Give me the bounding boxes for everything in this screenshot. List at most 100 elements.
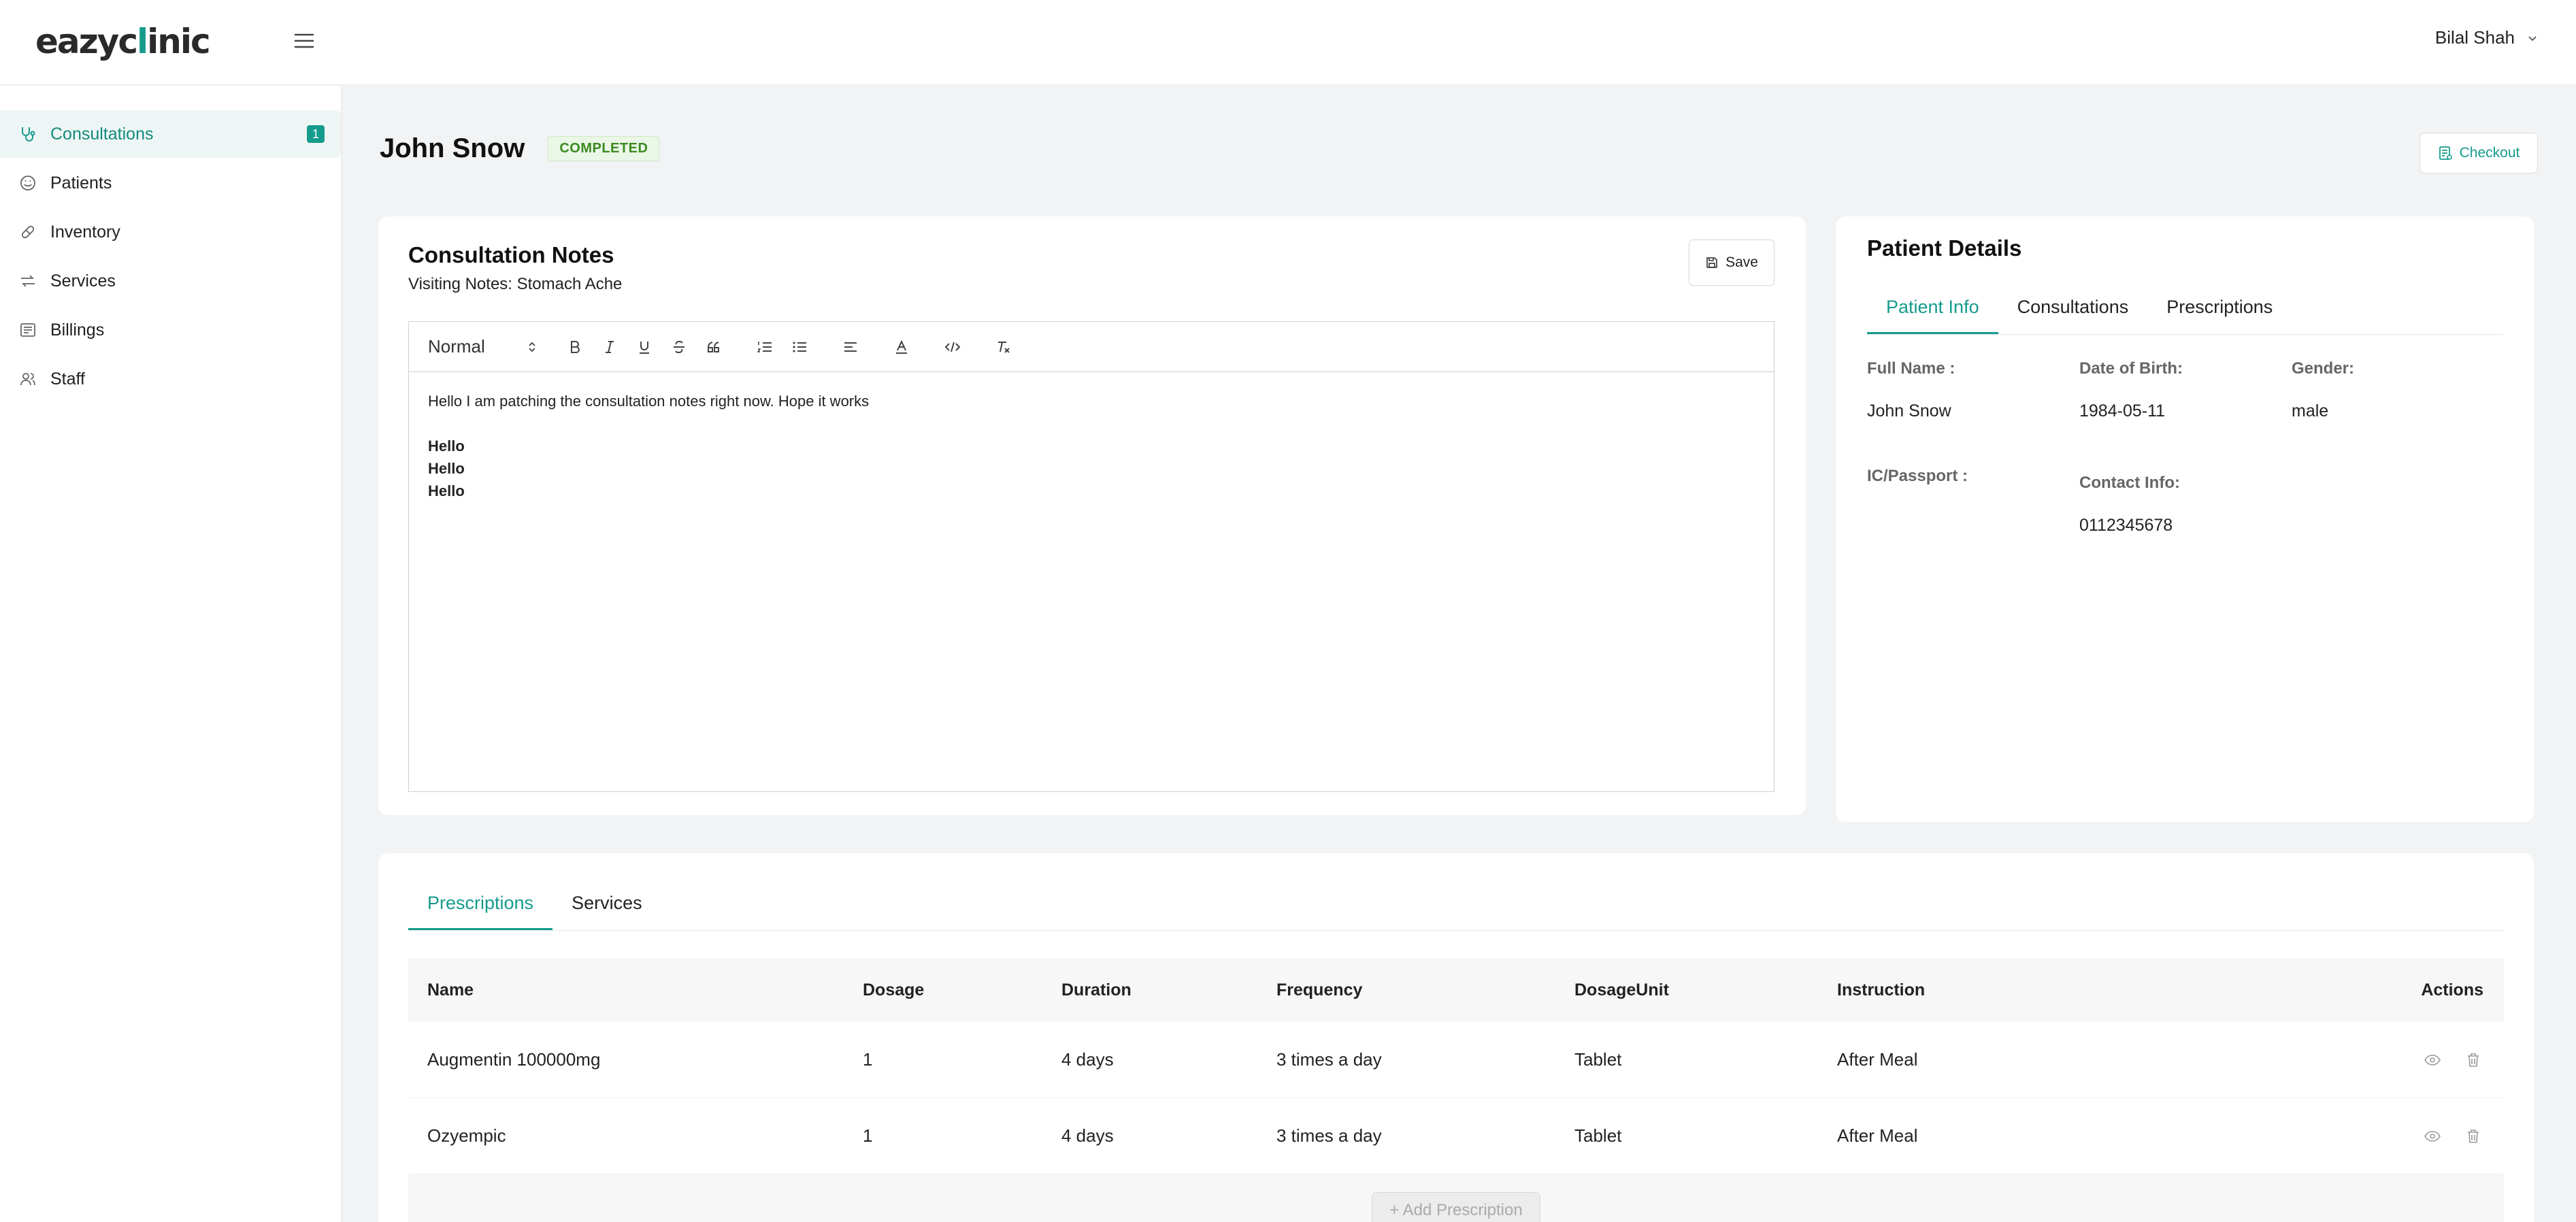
actions-header: Actions (2421, 980, 2483, 1000)
cell-frequency: 3 times a day (1276, 1049, 1382, 1070)
editor-bold-line: Hello (428, 437, 465, 455)
table-row: Augmentin 100000mg 1 4 days 3 times a da… (408, 1022, 2504, 1098)
cell-instruction: After Meal (1837, 1125, 1918, 1146)
full-name-label: Full Name : (1867, 359, 1955, 378)
column-header: Name (427, 980, 474, 1000)
page-title: John Snow (380, 133, 525, 163)
logo-text-mark: l (136, 22, 148, 61)
sidebar: Consultations 1 Patients Inventory Servi… (0, 86, 342, 1222)
sidebar-item-consultations[interactable]: Consultations 1 (0, 110, 341, 158)
sidebar-item-services[interactable]: Services (0, 257, 341, 305)
status-badge: COMPLETED (548, 136, 660, 161)
cell-dosage-unit: Tablet (1574, 1125, 1622, 1146)
menu-toggle-icon[interactable] (293, 29, 316, 52)
bottom-tabs: Prescriptions Services (408, 876, 2504, 931)
page-header: John Snow COMPLETED (380, 133, 660, 164)
add-prescription-area: + Add Prescription (408, 1174, 2504, 1222)
tab-patient-info[interactable]: Patient Info (1867, 280, 1998, 334)
table-row: Ozyempic 1 4 days 3 times a day Tablet A… (408, 1098, 2504, 1174)
tab-services[interactable]: Services (552, 876, 661, 929)
tab-consultations[interactable]: Consultations (1998, 280, 2148, 333)
cell-duration: 4 days (1061, 1125, 1114, 1146)
notes-title: Consultation Notes (408, 242, 614, 267)
tab-prescriptions-list[interactable]: Prescriptions (408, 876, 553, 930)
sort-arrows-icon (527, 340, 537, 354)
column-header: DosageUnit (1574, 980, 1669, 1000)
column-header: Instruction (1837, 980, 1926, 1000)
users-icon (18, 369, 38, 389)
eye-icon[interactable] (2422, 1126, 2443, 1146)
patient-details-title: Patient Details (1867, 235, 2022, 261)
rich-text-editor: Normal Hello I am patching the consultat… (408, 321, 1774, 792)
code-icon[interactable] (939, 333, 966, 361)
strikethrough-icon[interactable] (665, 333, 693, 361)
full-name-value: John Snow (1867, 401, 1951, 420)
checkout-label: Checkout (2459, 145, 2520, 161)
cell-dosage-unit: Tablet (1574, 1049, 1622, 1070)
column-header: Dosage (863, 980, 925, 1000)
bold-icon[interactable] (561, 333, 589, 361)
receipt-icon (2438, 146, 2453, 161)
visiting-notes: Visiting Notes: Stomach Ache (408, 275, 623, 293)
app-logo[interactable]: eazyc l inic (35, 18, 211, 65)
bullet-list-icon[interactable] (786, 333, 813, 361)
italic-icon[interactable] (596, 333, 623, 361)
ic-passport-label: IC/Passport : (1867, 467, 1968, 485)
prescriptions-table: Name Dosage Duration Frequency DosageUni… (408, 958, 2504, 1222)
sidebar-item-label: Patients (50, 173, 112, 193)
quote-icon[interactable] (700, 333, 727, 361)
align-icon[interactable] (837, 333, 864, 361)
editor-text-line: Hello I am patching the consultation not… (428, 393, 870, 410)
underline-icon[interactable] (631, 333, 658, 361)
cell-name: Augmentin 100000mg (427, 1049, 601, 1070)
text-color-icon[interactable] (888, 333, 915, 361)
sidebar-item-staff[interactable]: Staff (0, 355, 341, 403)
contact-info-value: 0112345678 (2079, 516, 2173, 535)
trash-icon[interactable] (2463, 1126, 2483, 1146)
editor-toolbar: Normal (409, 322, 1774, 372)
stethoscope-icon (18, 124, 38, 144)
eye-icon[interactable] (2422, 1050, 2443, 1070)
clear-format-icon[interactable] (990, 333, 1017, 361)
cell-instruction: After Meal (1837, 1049, 1918, 1070)
sidebar-item-patients[interactable]: Patients (0, 159, 341, 207)
logo-text-start: eazyc (35, 22, 138, 61)
row-actions (2381, 1126, 2504, 1146)
cell-dosage: 1 (863, 1049, 873, 1070)
format-select[interactable]: Normal (428, 336, 544, 357)
user-menu[interactable]: Bilal Shah (2435, 27, 2538, 48)
user-name: Bilal Shah (2434, 27, 2515, 48)
dob-label: Date of Birth: (2079, 359, 2183, 378)
save-button[interactable]: Save (1689, 240, 1774, 286)
transfer-icon (18, 271, 38, 291)
pill-icon (18, 222, 38, 242)
sidebar-item-label: Consultations (50, 124, 154, 144)
editor-content[interactable]: Hello I am patching the consultation not… (409, 372, 1774, 520)
add-prescription-button[interactable]: + Add Prescription (1372, 1192, 1540, 1222)
gender-label: Gender: (2292, 359, 2355, 378)
smile-icon (18, 173, 38, 193)
dob-value: 1984-05-11 (2079, 401, 2166, 420)
tab-prescriptions[interactable]: Prescriptions (2147, 280, 2292, 333)
column-header: Frequency (1276, 980, 1363, 1000)
checkout-button[interactable]: Checkout (2420, 133, 2538, 174)
save-label: Save (1725, 254, 1758, 270)
sidebar-item-billings[interactable]: Billings (0, 306, 341, 354)
sidebar-item-inventory[interactable]: Inventory (0, 208, 341, 256)
editor-bold-line: Hello (428, 460, 465, 477)
column-header: Duration (1061, 980, 1132, 1000)
trash-icon[interactable] (2463, 1050, 2483, 1070)
ordered-list-icon[interactable] (751, 333, 778, 361)
sidebar-item-label: Services (50, 271, 116, 291)
cell-frequency: 3 times a day (1276, 1125, 1382, 1146)
patient-tabs: Patient Info Consultations Prescriptions (1867, 280, 2503, 335)
sidebar-item-label: Inventory (50, 222, 120, 242)
count-badge: 1 (307, 125, 325, 143)
top-header: eazyc l inic Bilal Shah (0, 0, 2576, 85)
logo-text-end: inic (147, 22, 211, 61)
patient-details-card: Patient Details Patient Info Consultatio… (1836, 216, 2534, 822)
format-select-value: Normal (428, 336, 485, 357)
column-header: Actions (2381, 980, 2504, 1000)
contact-info-label: Contact Info: (2079, 474, 2180, 492)
consultation-notes-card: Consultation Notes Visiting Notes: Stoma… (378, 216, 1806, 815)
